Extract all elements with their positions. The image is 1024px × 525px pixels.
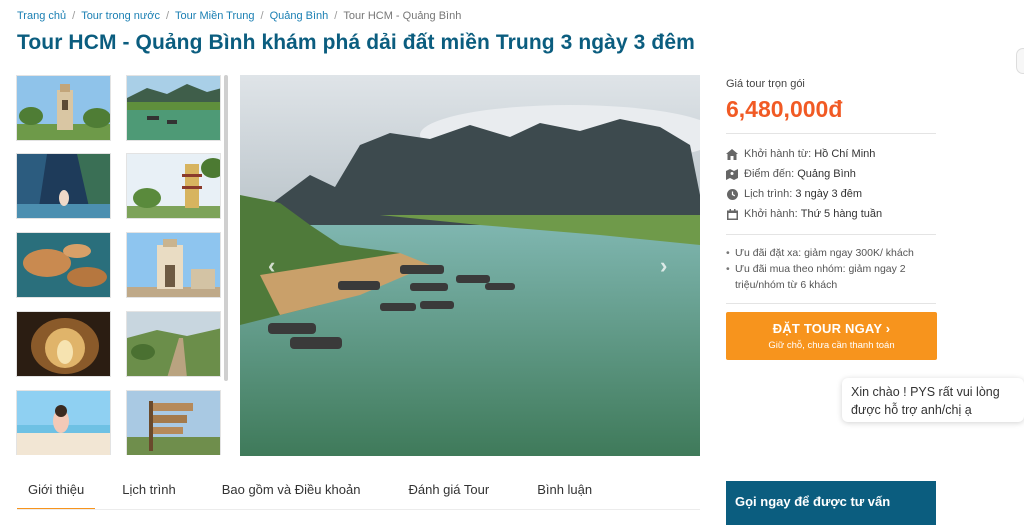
divider [726, 303, 936, 304]
price-label: Giá tour trọn gói [726, 78, 805, 90]
breadcrumb-separator: / [260, 10, 264, 22]
hero-next-arrow[interactable]: › [660, 253, 667, 279]
breadcrumb: Trang chủ / Tour trong nước / Tour Miền … [17, 10, 461, 22]
book-tour-label: ĐẶT TOUR NGAY [772, 321, 882, 336]
divider [726, 234, 936, 235]
chat-greeting-bubble[interactable]: Xin chào ! PYS rất vui lòng được hỗ trợ … [842, 378, 1024, 422]
tab-itinerary[interactable]: Lịch trình [111, 474, 186, 510]
promo-early-booking: Ưu đãi đặt xa: giảm ngay 300K/ khách [726, 245, 936, 261]
breadcrumb-link-home[interactable]: Trang chủ [17, 10, 66, 22]
thumbnail-gallery [16, 75, 228, 455]
call-consult-button[interactable]: Gọi ngay để được tư vấn [726, 481, 936, 525]
thumbnail-church-gate[interactable] [126, 232, 221, 298]
chevron-right-icon: › [885, 321, 891, 336]
breadcrumb-link-quangbinh[interactable]: Quảng Bình [270, 10, 329, 22]
thumbnail-cave-interior[interactable] [16, 311, 111, 377]
booking-sidebar: Giá tour trọn gói 6,480,000đ Khởi hành t… [726, 75, 936, 314]
thumbnail-pagoda-tower[interactable] [126, 153, 221, 219]
breadcrumb-separator: / [334, 10, 338, 22]
tab-introduction[interactable]: Giới thiệu [17, 474, 96, 510]
tabs-divider [17, 509, 700, 510]
book-tour-sublabel: Giữ chỗ, chưa cần thanh toán [768, 340, 895, 351]
breadcrumb-separator: / [165, 10, 170, 22]
breadcrumb-link-central[interactable]: Tour Miền Trung [175, 10, 254, 22]
calendar-icon [726, 208, 738, 220]
tour-price: 6,480,000đ [726, 96, 843, 122]
hero-image[interactable]: ‹ › [240, 75, 700, 456]
map-icon [726, 168, 738, 180]
tab-reviews[interactable]: Đánh giá Tour [397, 474, 500, 510]
tour-tabs: Giới thiệu Lịch trình Bao gồm và Điều kh… [17, 474, 603, 510]
book-tour-button[interactable]: ĐẶT TOUR NGAY › Giữ chỗ, chưa cần thanh … [726, 312, 937, 360]
thumbnail-cave-pool[interactable] [16, 232, 111, 298]
info-schedule: Lịch trình: 3 ngày 3 đêm [726, 184, 936, 204]
thumbnail-cave-girl[interactable] [16, 153, 111, 219]
page-title: Tour HCM - Quảng Bình khám phá dải đất m… [17, 31, 695, 54]
tab-terms[interactable]: Bao gồm và Điều khoản [211, 474, 372, 510]
breadcrumb-separator: / [72, 10, 76, 22]
tab-comments[interactable]: Bình luận [526, 474, 603, 510]
hero-prev-arrow[interactable]: ‹ [268, 253, 275, 279]
info-departure-day: Khởi hành: Thứ 5 hàng tuần [726, 204, 936, 224]
thumbnail-hill-road[interactable] [126, 311, 221, 377]
breadcrumb-current: Tour HCM - Quảng Bình [343, 10, 462, 22]
thumbnail-church-tower[interactable] [16, 75, 111, 141]
thumbnail-scrollbar[interactable] [224, 75, 228, 381]
promo-group: Ưu đãi mua theo nhóm: giảm ngay 2 triệu/… [726, 261, 936, 293]
thumbnail-river-boats[interactable] [126, 75, 221, 141]
thumbnail-signpost[interactable] [126, 390, 221, 455]
divider [726, 133, 936, 134]
thumbnail-beach-girl[interactable] [16, 390, 111, 455]
clock-icon [726, 188, 738, 200]
info-destination: Điểm đến: Quảng Bình [726, 164, 936, 184]
breadcrumb-link-domestic[interactable]: Tour trong nước [81, 10, 160, 22]
scroll-widget[interactable] [1016, 48, 1024, 74]
info-departure: Khởi hành từ: Hồ Chí Minh [726, 144, 936, 164]
home-icon [726, 148, 738, 160]
